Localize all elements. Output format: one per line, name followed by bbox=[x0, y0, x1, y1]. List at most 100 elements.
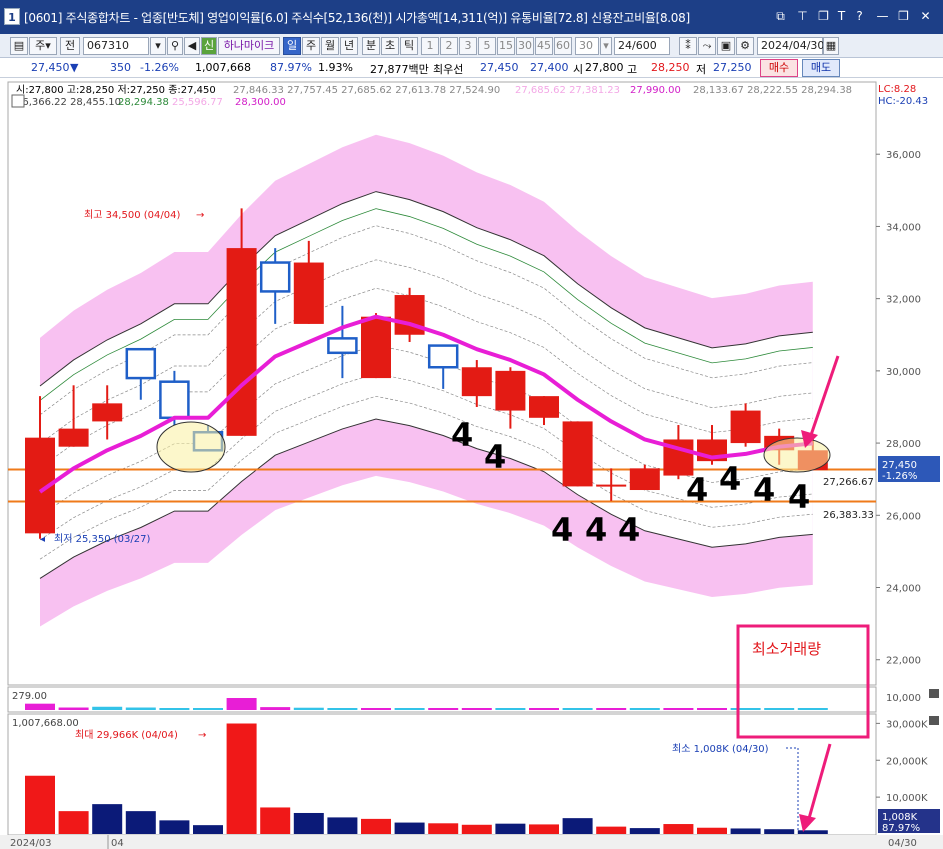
date-input[interactable]: 2024/04/30 bbox=[757, 37, 824, 55]
volume-bar bbox=[92, 804, 123, 834]
indicator-grid-icon[interactable] bbox=[11, 94, 25, 108]
candle-body bbox=[427, 344, 459, 369]
prev-button[interactable]: 전 bbox=[60, 37, 80, 55]
down-arrow-icon: ▼ bbox=[70, 61, 79, 74]
volume-bar bbox=[730, 828, 761, 834]
x-axis-label-april: 04 bbox=[111, 838, 124, 849]
bar-count: 24 bbox=[618, 39, 632, 52]
volume-bar bbox=[562, 818, 593, 834]
pin-icon[interactable]: ⊤ bbox=[795, 9, 810, 24]
speaker-icon[interactable]: ◀ bbox=[184, 37, 200, 55]
interval-month[interactable]: 월 bbox=[321, 37, 339, 55]
minute-5[interactable]: 5 bbox=[478, 37, 496, 55]
bid-price: 27,450 bbox=[480, 61, 519, 74]
always-on-top-icon[interactable]: T bbox=[834, 9, 849, 24]
link-icon[interactable]: ⧉ bbox=[773, 9, 788, 24]
x-axis-right-date: 04/30 bbox=[888, 838, 917, 849]
help-icon[interactable]: ? bbox=[852, 9, 867, 24]
price-axis-label: 26,000 bbox=[886, 511, 921, 522]
volume-current-pct: 87.97% bbox=[882, 823, 920, 834]
interval-minute[interactable]: 분 bbox=[362, 37, 380, 55]
volume: 1,007,668 bbox=[195, 61, 251, 74]
oscillator-bar bbox=[529, 708, 559, 710]
settings-gear-icon[interactable]: ⚙ bbox=[736, 37, 754, 55]
volume-close-icon[interactable] bbox=[929, 716, 939, 725]
interval-tick[interactable]: 틱 bbox=[400, 37, 418, 55]
oscillator-bar bbox=[730, 708, 761, 710]
high-price: 28,250 bbox=[651, 61, 690, 74]
stock-code-input[interactable]: 067310 bbox=[83, 37, 149, 55]
close-icon[interactable]: ✕ bbox=[918, 9, 933, 24]
price-axis-label: 24,000 bbox=[886, 584, 921, 595]
oscillator-bar bbox=[193, 708, 223, 710]
min-volume-annotation: 최소 1,008K (04/30) bbox=[672, 743, 769, 755]
envelope-legend: 27,846.33 27,757.45 27,685.62 27,613.78 … bbox=[233, 85, 500, 96]
save-icon[interactable]: ▣ bbox=[717, 37, 735, 55]
chart-area[interactable]: 36,000 34,000 32,000 30,000 28,000 26,000 24,0… bbox=[0, 80, 943, 849]
volume-bar bbox=[461, 824, 492, 834]
volume-bar bbox=[394, 822, 425, 834]
oscillator-bar bbox=[159, 708, 190, 710]
candle-body bbox=[226, 248, 257, 436]
minimize-icon[interactable]: — bbox=[875, 9, 890, 24]
band-mag-legend: 28,300.00 bbox=[235, 97, 286, 108]
chart-list-icon[interactable]: ▤ bbox=[10, 37, 28, 55]
low-annotation: 최저 25,350 (03/27) bbox=[54, 533, 150, 545]
buy-button[interactable]: 매수 bbox=[760, 59, 798, 77]
minute-dropdown-icon[interactable]: ▾ bbox=[600, 37, 612, 55]
price-axis-label: 34,000 bbox=[886, 222, 921, 233]
maximize-icon[interactable]: ❒ bbox=[896, 9, 911, 24]
price-axis-label: 32,000 bbox=[886, 295, 921, 306]
volume-bar bbox=[193, 825, 223, 834]
current-price: 27,450 bbox=[31, 61, 70, 74]
volume-axis-label: 10,000K bbox=[886, 793, 928, 804]
trade-amount: 27,877백만 bbox=[370, 63, 429, 76]
minute-45[interactable]: 45 bbox=[535, 37, 553, 55]
open-price: 27,800 bbox=[585, 61, 624, 74]
oscillator-close-icon[interactable] bbox=[929, 689, 939, 698]
sell-button[interactable]: 매도 bbox=[802, 59, 840, 77]
interval-day[interactable]: 일 bbox=[283, 37, 301, 55]
interval-second[interactable]: 초 bbox=[381, 37, 399, 55]
minute-15[interactable]: 15 bbox=[497, 37, 515, 55]
ohlc-legend: 시:27,800 고:28,250 저:27,250 종:27,450 bbox=[16, 84, 216, 96]
minute-30[interactable]: 30 bbox=[516, 37, 534, 55]
drawing-tool-icon[interactable]: ⤳ bbox=[698, 37, 716, 55]
oscillator-value: 279.00 bbox=[12, 691, 47, 702]
toolbar: ▤ 주▾ 전 067310 ▾ ⚲ ◀ 신 하나마이크 일 주 월 년 분 초 … bbox=[0, 34, 943, 58]
price-bar: 27,450 ▼ 350 -1.26% 1,007,668 87.97% 1.9… bbox=[0, 58, 943, 78]
interval-week[interactable]: 주 bbox=[302, 37, 320, 55]
volume-axis-label: 30,000K bbox=[886, 719, 928, 730]
candle-body bbox=[361, 316, 391, 379]
minute-1[interactable]: 1 bbox=[421, 37, 439, 55]
oscillator-bar bbox=[764, 708, 795, 710]
search-icon[interactable]: ⚲ bbox=[167, 37, 183, 55]
minute-3[interactable]: 3 bbox=[459, 37, 477, 55]
period-select[interactable]: 주▾ bbox=[29, 37, 57, 55]
volume-value: 1,007,668.00 bbox=[12, 718, 79, 729]
period-value: 주 bbox=[35, 39, 46, 52]
high-label: 고 bbox=[627, 63, 638, 76]
volume-bar bbox=[428, 823, 459, 834]
calendar-icon[interactable]: ▦ bbox=[823, 37, 839, 55]
oscillator-bar bbox=[663, 708, 694, 710]
indicator-icon[interactable]: ⁑ bbox=[679, 37, 697, 55]
interval-year[interactable]: 년 bbox=[340, 37, 358, 55]
volume-bar bbox=[596, 826, 627, 834]
new-tag: 신 bbox=[201, 37, 217, 55]
minute-60[interactable]: 60 bbox=[554, 37, 572, 55]
oscillator-bar bbox=[92, 706, 123, 710]
code-dropdown-icon[interactable]: ▾ bbox=[150, 37, 166, 55]
minute-2[interactable]: 2 bbox=[440, 37, 458, 55]
min-volume-box-label: 최소거래량 bbox=[752, 640, 821, 658]
minute-custom-input[interactable]: 30 bbox=[575, 37, 599, 55]
price-chart[interactable]: 36,000 34,000 32,000 30,000 28,000 26,000 24,0… bbox=[0, 80, 943, 849]
window-number[interactable]: 1 bbox=[4, 8, 20, 25]
candle-body bbox=[92, 403, 123, 422]
x-axis-strip bbox=[0, 835, 943, 849]
copy-window-icon[interactable]: ❐ bbox=[816, 9, 831, 24]
company-name[interactable]: 하나마이크 bbox=[218, 37, 280, 55]
high-arrow-icon: → bbox=[196, 210, 204, 221]
volume-bar bbox=[159, 820, 190, 834]
bar-count-field[interactable]: 24/600 bbox=[614, 37, 670, 55]
